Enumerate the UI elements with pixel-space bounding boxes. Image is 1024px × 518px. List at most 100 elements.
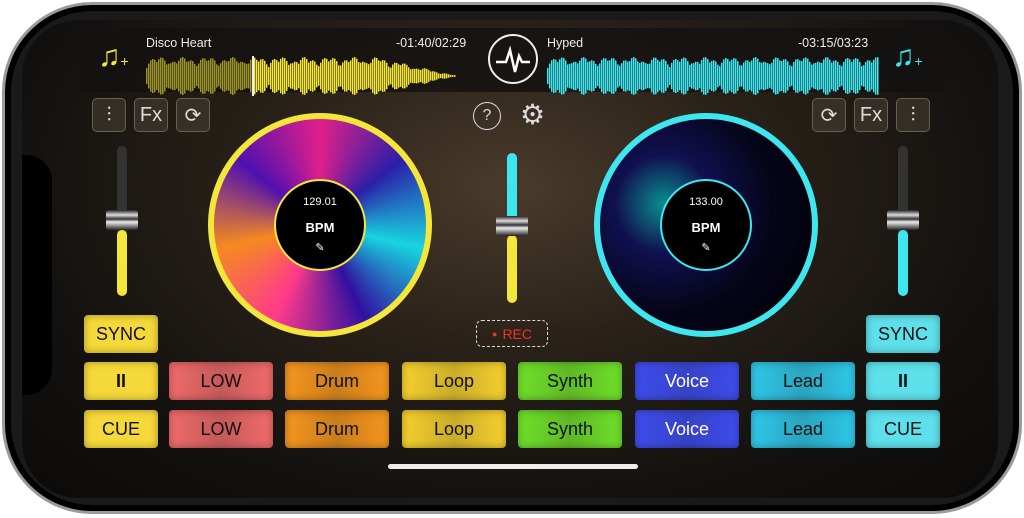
right-eq-button[interactable]: ⫶ xyxy=(896,98,930,132)
right-track-time: -03:15/03:23 xyxy=(798,36,869,50)
waveform-bar xyxy=(621,63,623,89)
sample-pad-voice-1[interactable]: Voice xyxy=(635,362,739,400)
waveform-bar xyxy=(763,61,765,91)
waveform-bar xyxy=(408,67,410,85)
edit-pencil-icon[interactable]: ✎ xyxy=(701,241,710,254)
left-volume-handle[interactable] xyxy=(106,210,138,230)
record-button[interactable]: ● REC xyxy=(476,320,548,347)
waveform-bar xyxy=(328,61,330,91)
waveform-bar xyxy=(242,62,244,90)
right-turntable[interactable]: 133.00 BPM ✎ xyxy=(594,113,818,337)
waveform-bar xyxy=(569,63,571,89)
waveform-bar xyxy=(350,60,352,92)
phone-notch xyxy=(22,155,52,395)
crossfader-track-bottom[interactable] xyxy=(507,235,517,303)
waveform-bar xyxy=(224,60,226,92)
left-turntable[interactable]: 129.01 BPM ✎ xyxy=(208,113,432,337)
right-fx-button[interactable]: Fx xyxy=(854,98,888,132)
waveform-bar xyxy=(410,69,412,83)
waveform-bar xyxy=(452,75,454,77)
waveform-bar xyxy=(332,58,334,94)
sample-pad-voice-2[interactable]: Voice xyxy=(635,410,739,448)
waveform-bar xyxy=(857,58,859,94)
waveform-bar xyxy=(575,61,577,91)
waveform-bar xyxy=(368,64,370,88)
left-bpm-display[interactable]: 129.01 BPM ✎ xyxy=(274,179,366,271)
crossfader-track-top[interactable] xyxy=(507,153,517,225)
help-icon[interactable]: ? xyxy=(473,102,501,130)
right-waveform[interactable] xyxy=(547,56,879,96)
dj-app-screen: ♫+ Disco Heart -01:40/02:29 Hyped -03:15… xyxy=(22,20,998,498)
waveform-bar xyxy=(250,59,252,93)
right-loop-button[interactable]: ⟳ xyxy=(812,98,846,132)
sample-pad-lead-2[interactable]: Lead xyxy=(751,410,855,448)
waveform-bar xyxy=(805,57,807,95)
waveform-bar xyxy=(859,61,861,91)
left-track-title: Disco Heart xyxy=(146,36,212,50)
sample-pad-low-1[interactable]: LOW xyxy=(169,362,273,400)
waveform-bar xyxy=(559,59,561,93)
waveform-bar xyxy=(360,62,362,90)
right-sync-button[interactable]: SYNC xyxy=(866,315,940,353)
waveform-bar xyxy=(741,65,743,87)
sample-pad-synth-1[interactable]: Synth xyxy=(518,362,622,400)
waveform-bar xyxy=(208,60,210,92)
left-cue-button[interactable]: CUE xyxy=(84,410,158,448)
waveform-bar xyxy=(835,60,837,92)
waveform-bar xyxy=(587,61,589,91)
settings-gear-icon[interactable]: ⚙ xyxy=(520,98,545,131)
waveform-mode-button[interactable] xyxy=(488,34,538,84)
sample-pad-loop-2[interactable]: Loop xyxy=(402,410,506,448)
waveform-bar xyxy=(611,58,613,94)
waveform-bar xyxy=(220,63,222,89)
waveform-bar xyxy=(865,61,867,91)
waveform-bar xyxy=(404,63,406,89)
waveform-bar xyxy=(553,59,555,93)
sample-pad-loop-1[interactable]: Loop xyxy=(402,362,506,400)
right-bpm-display[interactable]: 133.00 BPM ✎ xyxy=(660,179,752,271)
left-volume-fill xyxy=(117,230,127,296)
left-loop-button[interactable]: ⟳ xyxy=(176,98,210,132)
right-cue-button[interactable]: CUE xyxy=(866,410,940,448)
waveform-bar xyxy=(204,58,206,94)
waveform-bar xyxy=(781,61,783,91)
waveform-bar xyxy=(308,62,310,90)
waveform-bar xyxy=(863,65,865,87)
home-indicator[interactable] xyxy=(388,464,638,469)
sample-pad-drum-2[interactable]: Drum xyxy=(285,410,389,448)
sample-pad-synth-2[interactable]: Synth xyxy=(518,410,622,448)
waveform-bar xyxy=(190,60,192,92)
left-fx-button[interactable]: Fx xyxy=(134,98,168,132)
sample-pad-drum-1[interactable]: Drum xyxy=(285,362,389,400)
waveform-bar xyxy=(759,62,761,90)
right-volume-handle[interactable] xyxy=(887,210,919,230)
left-waveform[interactable] xyxy=(146,56,466,96)
left-sync-button[interactable]: SYNC xyxy=(84,315,158,353)
waveform-bar xyxy=(573,61,575,91)
waveform-bar xyxy=(186,61,188,91)
waveform-bar xyxy=(665,60,667,92)
sliders-icon: ⫶ xyxy=(910,103,916,126)
waveform-bar xyxy=(278,61,280,91)
waveform-bar xyxy=(691,63,693,89)
waveform-bar xyxy=(340,65,342,87)
waveform-bar xyxy=(629,61,631,91)
add-music-left-icon[interactable]: ♫+ xyxy=(98,40,129,74)
sample-pad-low-2[interactable]: LOW xyxy=(169,410,273,448)
sample-pad-lead-1[interactable]: Lead xyxy=(751,362,855,400)
waveform-bar xyxy=(174,61,176,91)
waveform-bar xyxy=(581,57,583,95)
left-bpm-label: BPM xyxy=(305,220,335,235)
right-pause-button[interactable]: II xyxy=(866,362,940,400)
left-eq-button[interactable]: ⫶ xyxy=(92,98,126,132)
waveform-bar xyxy=(248,63,250,89)
waveform-bar xyxy=(382,60,384,92)
waveform-bar xyxy=(380,61,382,91)
left-pause-button[interactable]: II xyxy=(84,362,158,400)
waveform-bar xyxy=(282,57,284,95)
crossfader-handle[interactable] xyxy=(496,216,528,236)
edit-pencil-icon[interactable]: ✎ xyxy=(315,241,324,254)
waveform-bar xyxy=(605,58,607,94)
add-music-right-icon[interactable]: ♫+ xyxy=(892,40,923,74)
waveform-bar xyxy=(244,63,246,89)
